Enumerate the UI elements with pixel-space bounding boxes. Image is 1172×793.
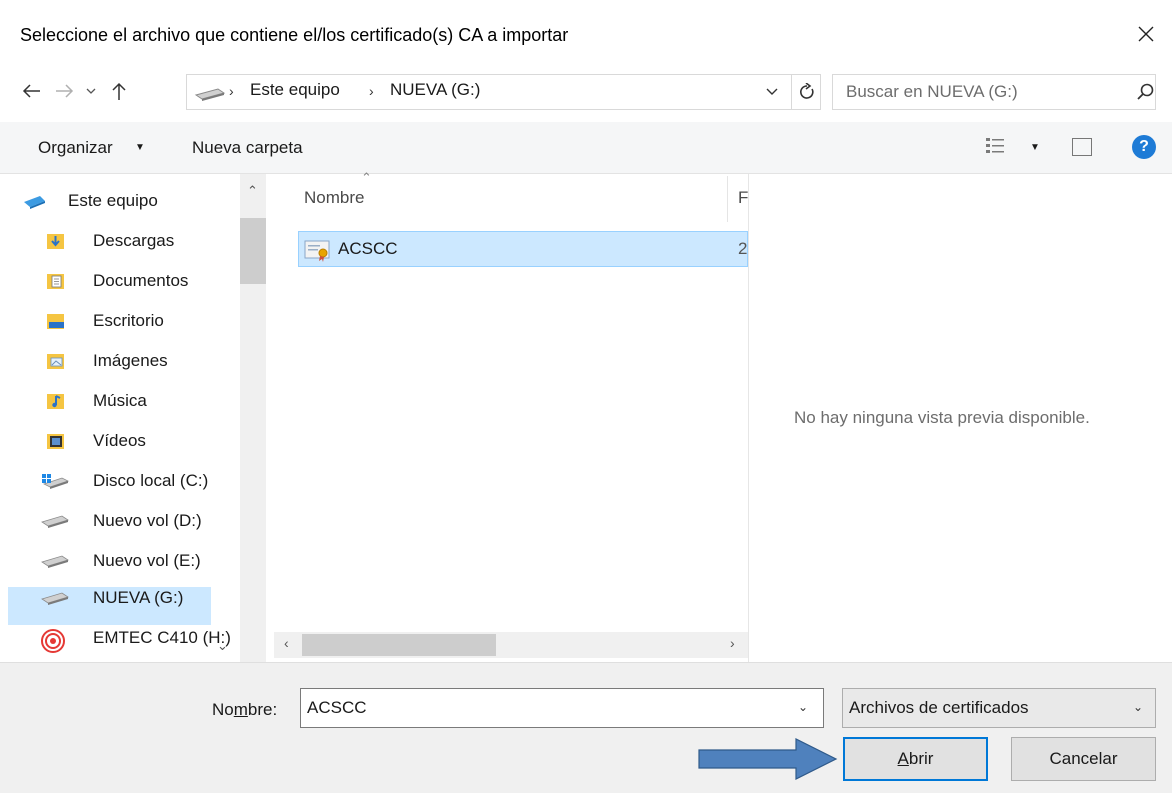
breadcrumb-separator[interactable]: › [229,83,234,99]
sidebar-item-label: Vídeos [93,431,146,450]
caret-down-icon[interactable]: ▼ [1030,142,1040,153]
new-folder-button[interactable]: Nueva carpeta [192,138,303,158]
sidebar-item-emtec-c410-h[interactable]: EMTEC C410 (H:) [0,619,240,659]
drive-icon [40,512,69,530]
sidebar-item-label: Este equipo [68,191,158,210]
filename-value: ACSCC [307,698,367,717]
sidebar-item-label: Nuevo vol (D:) [93,511,202,530]
breadcrumb-este-equipo[interactable]: Este equipo [250,80,340,100]
usb-drive-icon [40,629,65,653]
sort-ascending-icon: ⌃ [361,170,372,185]
drive-icon [40,552,69,570]
computer-icon [22,192,45,210]
chevron-down-icon [86,88,96,94]
scroll-left-icon[interactable]: ‹ [284,635,289,651]
sidebar-item-label: Nuevo vol (E:) [93,551,201,570]
sidebar-item-label: NUEVA (G:) [93,588,184,607]
cancel-button[interactable]: Cancelar [1011,737,1156,781]
nav-scrollbar-thumb[interactable] [240,218,266,284]
scroll-up-icon[interactable]: ⌃ [247,183,258,199]
drive-icon [192,85,226,101]
filetype-value: Archivos de certificados [849,698,1029,717]
preview-message: No hay ninguna vista previa disponible. [794,408,1090,427]
filename-input[interactable]: ACSCC [300,688,824,728]
close-button[interactable] [1128,16,1164,52]
sidebar-item-label: Disco local (C:) [93,471,209,490]
hscrollbar-thumb[interactable] [302,634,496,656]
annotation-arrow-icon [698,737,838,781]
chevron-down-icon [766,88,778,95]
open-accel: A [897,749,909,768]
open-button[interactable]: Abrir [843,737,988,781]
desktop-folder-icon [46,312,68,330]
sidebar-item-este-equipo[interactable]: Este equipo [0,182,240,222]
videos-folder-icon [46,432,68,450]
column-header-name[interactable]: Nombre [304,188,364,208]
help-icon[interactable]: ? [1132,135,1156,159]
sidebar-item-label: Imágenes [93,351,168,370]
search-icon[interactable] [1136,82,1156,102]
caret-down-icon: ▼ [135,142,145,153]
sidebar-item-label: Música [93,391,147,410]
filename-label-post: bre: [247,700,278,719]
certificate-icon [304,238,332,262]
back-button[interactable] [14,76,48,106]
sidebar-item-label: Descargas [93,231,175,250]
sidebar-item-im-genes[interactable]: Imágenes [0,342,240,382]
sidebar-item-label: Escritorio [93,311,164,330]
arrow-right-icon [56,84,74,98]
pictures-folder-icon [46,352,68,370]
up-button[interactable] [104,76,134,106]
column-divider[interactable] [727,176,728,222]
arrow-left-icon [22,84,40,98]
scroll-down-icon[interactable]: ⌄ [217,638,228,654]
chevron-down-icon[interactable]: ⌄ [1133,700,1143,714]
scroll-right-icon[interactable]: › [730,635,735,651]
sidebar-item-label: Documentos [93,271,189,290]
refresh-icon [799,83,814,99]
column-header-partial[interactable]: F [738,188,748,208]
filename-label: Nombre: [212,700,277,720]
filename-label-pre: No [212,700,234,719]
sidebar-item-nueva-g[interactable]: NUEVA (G:) [0,579,240,619]
drive-icon [40,589,69,607]
sidebar-item-nuevo-vol-d[interactable]: Nuevo vol (D:) [0,502,240,542]
chevron-down-icon[interactable]: ⌄ [798,700,808,714]
close-icon [1138,26,1154,42]
breadcrumb-nueva-g[interactable]: NUEVA (G:) [390,80,480,100]
sidebar-item-escritorio[interactable]: Escritorio [0,302,240,342]
arrow-up-icon [112,82,126,100]
sidebar-item-nuevo-vol-e[interactable]: Nuevo vol (E:) [0,542,240,582]
downloads-folder-icon [46,232,68,250]
music-folder-icon [46,392,68,410]
sidebar-item-descargas[interactable]: Descargas [0,222,240,262]
refresh-button[interactable] [791,74,821,110]
filetype-select[interactable]: Archivos de certificados [842,688,1156,728]
address-history-button[interactable] [760,80,784,104]
sidebar-item-disco-local-c[interactable]: Disco local (C:) [0,462,240,502]
sidebar-item-v-deos[interactable]: Vídeos [0,422,240,462]
filename-label-accel: m [233,700,248,719]
search-placeholder: Buscar en NUEVA (G:) [846,82,1018,101]
documents-folder-icon [46,272,68,290]
preview-pane-button[interactable] [1072,138,1092,156]
sidebar-item-label: EMTEC C410 (H:) [93,628,231,647]
file-name: ACSCC [338,239,398,258]
file-date-partial: 2 [738,239,748,258]
windows-drive-icon [40,472,70,490]
details-view-icon [986,138,1004,153]
recent-locations-button[interactable] [80,76,102,106]
sidebar-item-m-sica[interactable]: Música [0,382,240,422]
breadcrumb-separator[interactable]: › [369,83,374,99]
forward-button[interactable] [50,76,80,106]
dialog-title: Seleccione el archivo que contiene el/lo… [20,25,569,45]
sidebar-item-documentos[interactable]: Documentos [0,262,240,302]
view-mode-button[interactable] [985,136,1007,158]
open-rest: brir [908,749,934,768]
organize-button[interactable]: Organizar [38,138,113,158]
